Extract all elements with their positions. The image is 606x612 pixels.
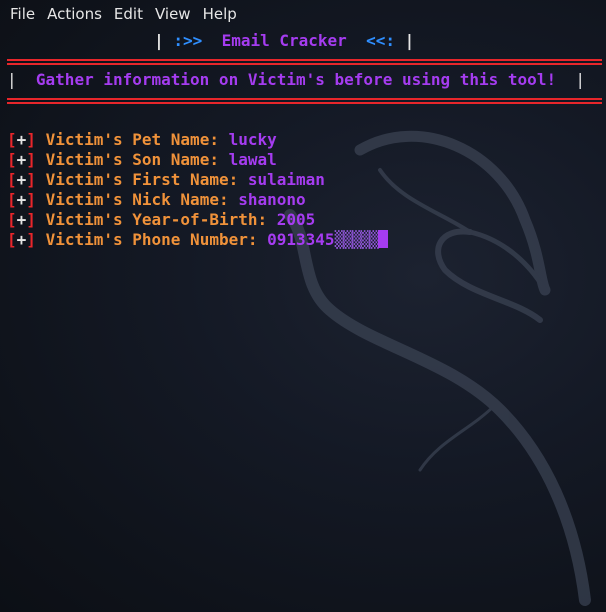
warning-banner: | Gather information on Victim's before … [7, 70, 602, 90]
divider-rule-2 [7, 63, 602, 65]
terminal-output[interactable]: | :>> Email Cracker <<: | | Gather infor… [0, 28, 606, 612]
victim-info-list: [+] Victim's Pet Name: lucky [+] Victim'… [7, 130, 388, 250]
info-row-year-of-birth: [+] Victim's Year-of-Birth: 2005 [7, 210, 316, 229]
menu-view[interactable]: View [149, 5, 197, 23]
divider-rule-3 [7, 98, 602, 100]
title-right-arrow: <<: [366, 31, 395, 50]
divider-rule-4 [7, 102, 602, 104]
nick-name-label: Victim's Nick Name: [45, 190, 229, 209]
title-left-arrow: :>> [173, 31, 203, 50]
banner-left-pipe: | [7, 70, 17, 89]
info-row-son-name: [+] Victim's Son Name: lawal [7, 150, 277, 169]
first-name-value: sulaiman [247, 170, 325, 189]
menu-help[interactable]: Help [197, 5, 243, 23]
banner-text: Gather information on Victim's before us… [35, 70, 557, 89]
year-of-birth-value: 2005 [276, 210, 316, 229]
first-name-label: Victim's First Name: [45, 170, 239, 189]
phone-number-label: Victim's Phone Number: [45, 230, 258, 249]
menu-edit[interactable]: Edit [108, 5, 149, 23]
plus-marker: + [16, 210, 27, 229]
info-row-nick-name: [+] Victim's Nick Name: shanono [7, 190, 306, 209]
terminal-window: File Actions Edit View Help | :>> Email … [0, 0, 606, 612]
plus-marker: + [16, 150, 27, 169]
son-name-value: lawal [228, 150, 277, 169]
divider-rule-1 [7, 59, 602, 61]
phone-number-value: 0913345 [267, 230, 335, 249]
son-name-label: Victim's Son Name: [45, 150, 219, 169]
pet-name-label: Victim's Pet Name: [45, 130, 219, 149]
menu-actions[interactable]: Actions [41, 5, 108, 23]
title-right-pipe: | [404, 31, 415, 50]
tool-title: Email Cracker [221, 31, 347, 50]
banner-right-pipe: | [575, 70, 585, 89]
redacted-digits: ▒▒▒▒▒ [334, 230, 379, 249]
info-row-pet-name: [+] Victim's Pet Name: lucky [7, 130, 277, 149]
info-row-phone-number: [+] Victim's Phone Number: 0913345▒▒▒▒▒ [7, 230, 388, 250]
plus-marker: + [16, 190, 27, 209]
plus-marker: + [16, 230, 27, 249]
year-of-birth-label: Victim's Year-of-Birth: [45, 210, 268, 229]
info-row-first-name: [+] Victim's First Name: sulaiman [7, 170, 325, 189]
menu-file[interactable]: File [4, 5, 41, 23]
title-left-pipe: | [154, 31, 164, 50]
terminal-cursor [377, 230, 388, 248]
plus-marker: + [16, 170, 27, 189]
plus-marker: + [16, 130, 27, 149]
menu-bar: File Actions Edit View Help [0, 0, 606, 28]
pet-name-value: lucky [228, 130, 277, 149]
nick-name-value: shanono [238, 190, 306, 209]
tool-title-line: | :>> Email Cracker <<: | [0, 31, 606, 51]
